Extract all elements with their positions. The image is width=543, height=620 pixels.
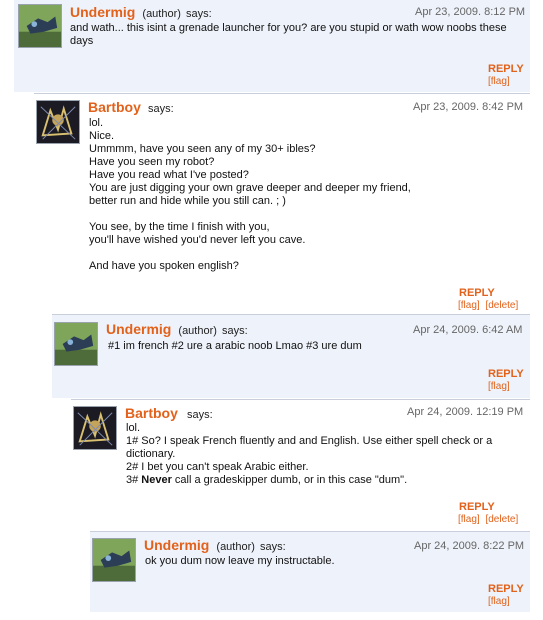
comment-header: Bartboy says: xyxy=(125,405,213,421)
comment-line: dictionary. xyxy=(126,448,176,460)
emphasis-text: Never xyxy=(141,474,172,486)
comment-body: lol. Nice. Ummmm, have you seen any of m… xyxy=(89,117,519,273)
comment-5: Undermig (author) says: Apr 24, 2009. 8:… xyxy=(90,531,530,612)
line-prefix: 3# xyxy=(126,474,142,486)
avatar[interactable] xyxy=(54,322,98,366)
flag-link[interactable]: [flag] xyxy=(488,596,510,607)
comment-body: lol. 1# So? I speak French fluently and … xyxy=(126,422,521,487)
comment-line: You are just digging your own grave deep… xyxy=(89,182,411,194)
comment-line: Have you read what I've posted? xyxy=(89,169,249,181)
comment-date: Apr 23, 2009. 8:12 PM xyxy=(415,6,526,18)
comment-line: #1 im french #2 ure a arabic noob Lmao #… xyxy=(108,340,362,352)
comment-actions: [flag] xyxy=(488,76,510,87)
reply-button[interactable]: REPLY xyxy=(488,63,524,75)
comment-body: and wath... this isint a grenade launche… xyxy=(70,22,520,48)
delete-link[interactable]: [delete] xyxy=(485,300,518,311)
comment-actions: [flag] xyxy=(488,596,510,607)
author-link[interactable]: Bartboy xyxy=(88,99,141,115)
comment-header: Undermig (author) says: xyxy=(106,321,248,337)
comment-date: Apr 24, 2009. 8:22 PM xyxy=(414,540,525,552)
comment-date: Apr 23, 2009. 8:42 PM xyxy=(413,101,524,113)
comment-line: lol. xyxy=(126,422,141,434)
comment-actions: [flag] [delete] xyxy=(458,300,518,311)
avatar[interactable] xyxy=(18,4,62,48)
delete-link[interactable]: [delete] xyxy=(485,514,518,525)
comment-line: Nice. xyxy=(89,130,115,142)
author-link[interactable]: Bartboy xyxy=(125,405,178,421)
line-rest: call a gradeskipper dumb, or in this cas… xyxy=(171,474,408,486)
comment-header: Bartboy says: xyxy=(88,99,174,115)
comment-actions: [flag] [delete] xyxy=(458,514,518,525)
says-label: says: xyxy=(186,409,213,421)
comment-date: Apr 24, 2009. 12:19 PM xyxy=(407,406,524,418)
flag-link[interactable]: [flag] xyxy=(488,381,510,392)
author-tag: (author) xyxy=(216,541,255,553)
avatar[interactable] xyxy=(73,406,117,450)
flag-link[interactable]: [flag] xyxy=(458,300,480,311)
says-label: says: xyxy=(147,103,174,115)
comment-line: And have you spoken english? xyxy=(89,260,239,272)
reply-button[interactable]: REPLY xyxy=(459,287,495,299)
comment-line: 1# So? I speak French fluently and and E… xyxy=(126,435,493,447)
comment-line: days xyxy=(70,35,94,47)
says-label: says: xyxy=(186,8,212,20)
author-link[interactable]: Undermig xyxy=(144,537,209,553)
comment-line: ok you dum now leave my instructable. xyxy=(145,555,335,567)
flag-link[interactable]: [flag] xyxy=(458,514,480,525)
comment-line: lol. xyxy=(89,117,104,129)
says-label: says: xyxy=(222,325,248,337)
reply-button[interactable]: REPLY xyxy=(459,501,495,513)
reply-button[interactable]: REPLY xyxy=(488,368,524,380)
avatar[interactable] xyxy=(92,538,136,582)
comment-body: #1 im french #2 ure a arabic noob Lmao #… xyxy=(108,340,518,353)
comment-body: ok you dum now leave my instructable. xyxy=(145,555,515,568)
avatar[interactable] xyxy=(36,100,80,144)
comment-header: Undermig (author) says: xyxy=(144,537,286,553)
comment-header: Undermig (author) says: xyxy=(70,4,212,20)
reply-button[interactable]: REPLY xyxy=(488,583,524,595)
comment-actions: [flag] xyxy=(488,381,510,392)
author-tag: (author) xyxy=(178,325,217,337)
comment-line: and wath... this isint a grenade launche… xyxy=(70,22,507,34)
author-link[interactable]: Undermig xyxy=(106,321,171,337)
comment-3: Undermig (author) says: Apr 24, 2009. 6:… xyxy=(52,314,530,398)
comment-line: Ummmm, have you seen any of my 30+ ibles… xyxy=(89,143,316,155)
flag-link[interactable]: [flag] xyxy=(488,76,510,87)
comment-line: 2# I bet you can't speak Arabic either. xyxy=(126,461,309,473)
comment-2: Bartboy says: Apr 23, 2009. 8:42 PM lol.… xyxy=(34,93,530,313)
comment-line: you'll have wished you'd never left you … xyxy=(89,234,306,246)
comment-4: Bartboy says: Apr 24, 2009. 12:19 PM lol… xyxy=(71,399,530,530)
comment-date: Apr 24, 2009. 6:42 AM xyxy=(413,324,523,336)
comment-1: Undermig (author) says: Apr 23, 2009. 8:… xyxy=(14,0,530,92)
comment-line: Have you seen my robot? xyxy=(89,156,215,168)
comment-line: 3# Never call a gradeskipper dumb, or in… xyxy=(126,474,521,487)
comment-line: better run and hide while you still can.… xyxy=(89,195,286,207)
comment-line: You see, by the time I finish with you, xyxy=(89,221,270,233)
says-label: says: xyxy=(260,541,286,553)
author-tag: (author) xyxy=(142,8,181,20)
author-link[interactable]: Undermig xyxy=(70,4,135,20)
